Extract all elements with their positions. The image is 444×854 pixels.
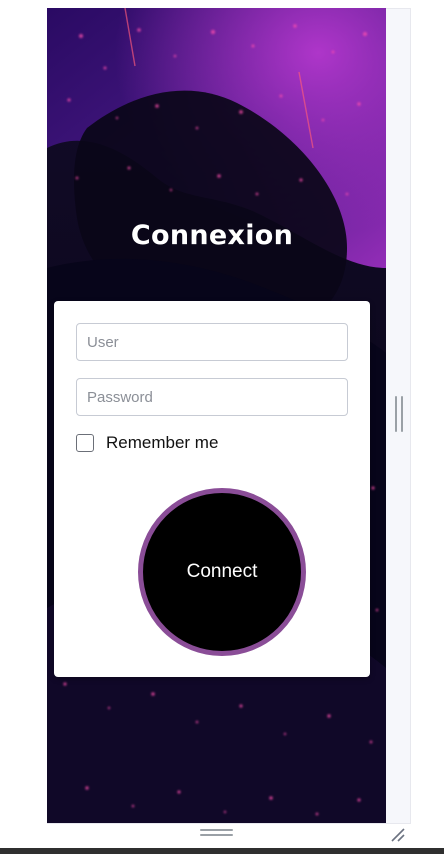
scroll-handle[interactable] — [395, 396, 405, 432]
connect-button[interactable]: Connect — [138, 488, 306, 656]
remember-me-label: Remember me — [106, 433, 219, 452]
taskbar — [0, 848, 444, 854]
page-title: Connexion — [130, 220, 294, 251]
drag-handle-icon — [200, 834, 233, 836]
connect-button-label: Connect — [186, 561, 258, 582]
scroll-handle-icon — [401, 396, 403, 432]
login-card: Remember me Connect — [54, 301, 370, 677]
drag-handle-icon — [200, 829, 233, 831]
password-input[interactable] — [76, 378, 348, 416]
resize-grip-icon[interactable] — [388, 825, 408, 845]
bottom-drag-handle[interactable] — [200, 829, 233, 839]
user-input[interactable] — [76, 323, 348, 361]
scroll-handle-icon — [395, 396, 397, 432]
remember-me-row[interactable]: Remember me — [76, 432, 218, 454]
remember-me-checkbox[interactable] — [76, 434, 94, 452]
